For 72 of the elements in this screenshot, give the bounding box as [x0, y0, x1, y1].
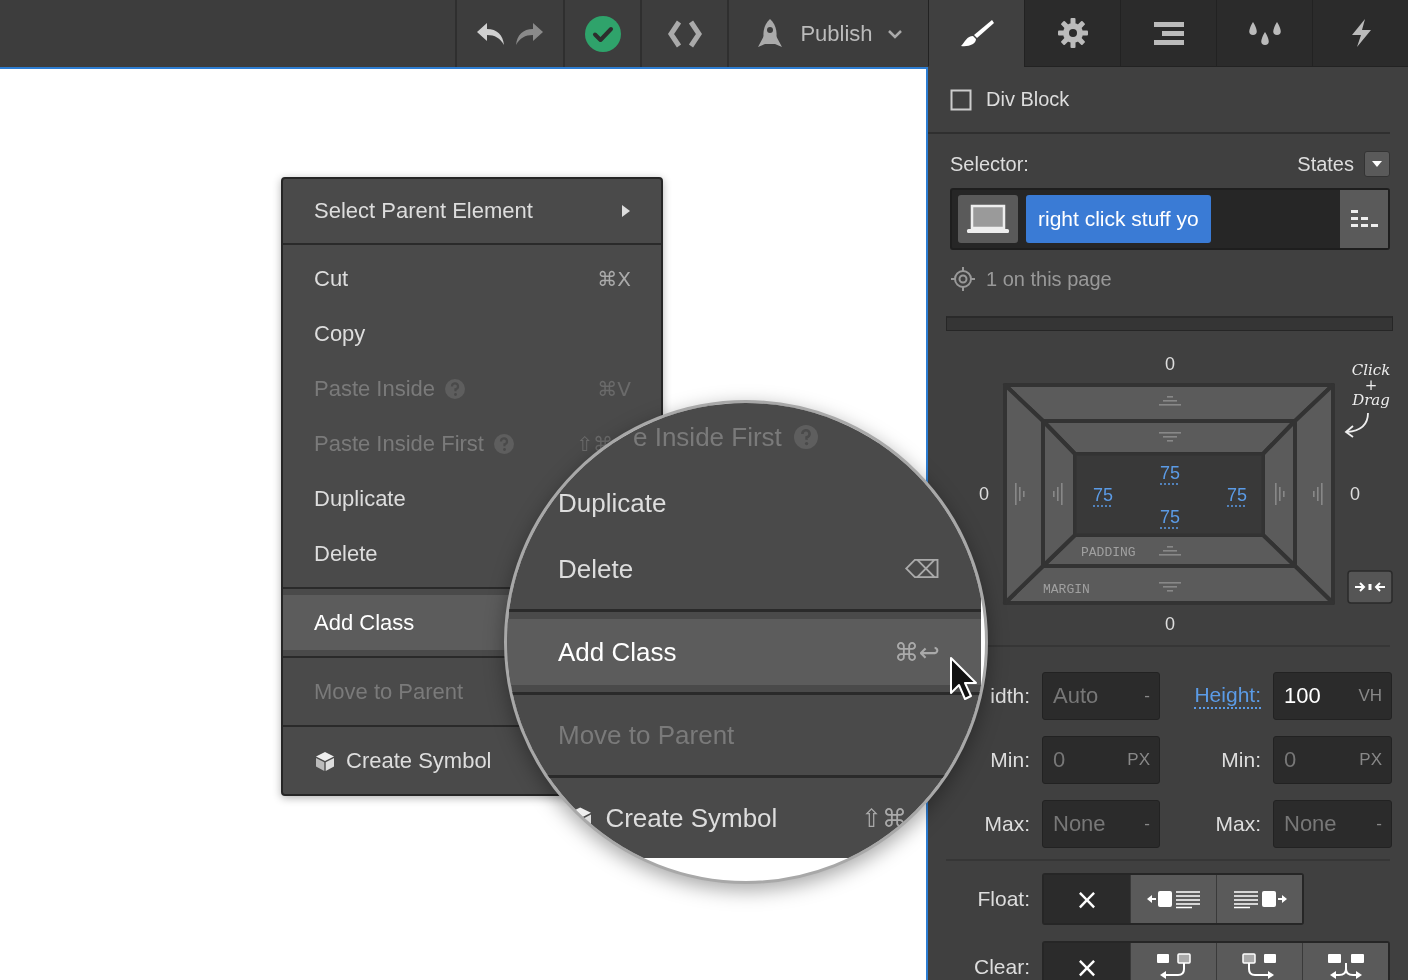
- clear-option[interactable]: [1216, 943, 1302, 980]
- unit-label: VH: [1358, 686, 1382, 706]
- brush-icon: [958, 17, 995, 49]
- shortcut-text: ⌘↩: [894, 637, 940, 667]
- panel-tab[interactable]: [1216, 0, 1312, 67]
- element-label: Div Block: [986, 88, 1070, 111]
- clear-option[interactable]: [1302, 943, 1388, 980]
- panel-tab[interactable]: [928, 0, 1024, 67]
- field-label[interactable]: Height:: [1194, 683, 1261, 709]
- float-option[interactable]: [1216, 875, 1302, 923]
- hint-text: Click + Drag: [1351, 361, 1391, 409]
- pointer-icon: [948, 655, 978, 703]
- padding-value[interactable]: 75: [1092, 485, 1114, 507]
- target-icon: [950, 266, 976, 292]
- unit-label: -: [1376, 814, 1382, 834]
- shortcut-text: ⌫: [904, 554, 940, 584]
- padding-value[interactable]: 75: [1226, 485, 1248, 507]
- selector-field[interactable]: right click stuff yo: [950, 188, 1390, 250]
- clear-right-icon: [1241, 953, 1278, 980]
- selector-label: Selector:: [950, 152, 1029, 176]
- gear-icon: [1056, 17, 1089, 49]
- clear-option[interactable]: [1130, 943, 1216, 980]
- states-label: States: [1297, 152, 1354, 176]
- margin-value: 0: [1165, 614, 1175, 634]
- clear-option[interactable]: ×: [1044, 943, 1130, 980]
- class-tag[interactable]: right click stuff yo: [1026, 195, 1211, 243]
- unit-label: -: [1144, 686, 1150, 706]
- usage-count: 1 on this page: [986, 267, 1112, 291]
- square-icon: [950, 88, 972, 111]
- field-label: Float:: [977, 887, 1030, 911]
- float-option[interactable]: ×: [1044, 875, 1130, 923]
- states-dropdown[interactable]: [1364, 151, 1390, 177]
- shortcut-text: ⌘X: [597, 266, 631, 291]
- padding-value[interactable]: 75: [1159, 463, 1181, 485]
- margin-value: 0: [1350, 484, 1360, 504]
- panel-tab[interactable]: [1312, 0, 1408, 67]
- check-circle-icon[interactable]: [584, 15, 621, 52]
- menu-item[interactable]: Cut ⌘X: [283, 251, 661, 306]
- float-left-icon: [1145, 888, 1202, 910]
- device-button[interactable]: [958, 195, 1018, 243]
- bars-icon: [1151, 19, 1186, 47]
- box-model-drawing[interactable]: [1003, 383, 1335, 605]
- menu-item[interactable]: Add Class ⌘↩: [507, 619, 981, 685]
- publish-button[interactable]: Publish: [750, 10, 907, 57]
- field-label: Min:: [990, 748, 1030, 772]
- menu-item[interactable]: Select Parent Element: [283, 179, 661, 243]
- float-right-icon: [1231, 888, 1288, 910]
- curved-arrow-icon: [1344, 412, 1369, 438]
- unit-label: PX: [1359, 750, 1382, 770]
- field-label: Max:: [984, 812, 1030, 836]
- unit-label: -: [1144, 814, 1150, 834]
- collapse-button[interactable]: [1347, 570, 1393, 604]
- box-label: PADDING: [1081, 545, 1136, 560]
- clear-left-icon: [1155, 953, 1192, 980]
- float-option[interactable]: [1130, 875, 1216, 923]
- panel-tab[interactable]: [1024, 0, 1120, 67]
- field-label: Max:: [1215, 812, 1261, 836]
- caret-down-icon: [1371, 160, 1383, 168]
- field-label: Clear:: [973, 955, 1030, 979]
- padding-value[interactable]: 75: [1159, 507, 1181, 529]
- clear-both-icon: [1326, 953, 1365, 980]
- dash-list-icon: [1349, 208, 1379, 230]
- selector-menu-button[interactable]: [1340, 190, 1388, 248]
- chevron-down-icon: [886, 28, 903, 39]
- box-label: MARGIN: [1043, 582, 1090, 597]
- unit-label: PX: [1127, 750, 1150, 770]
- menu-item[interactable]: Copy: [283, 306, 661, 361]
- field-label: idth:: [990, 684, 1030, 708]
- margin-value: 0: [1165, 354, 1175, 374]
- panel-tab[interactable]: [1120, 0, 1216, 67]
- margin-value: 0: [979, 484, 989, 504]
- field-label: Min:: [1221, 748, 1261, 772]
